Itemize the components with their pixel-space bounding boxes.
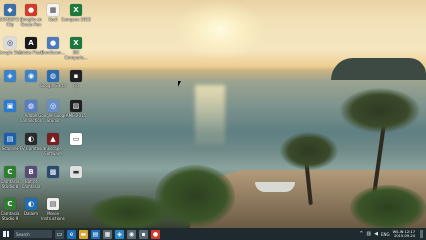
- taskbar-app-4-icon[interactable]: ▪: [139, 229, 148, 239]
- desktop-app-icon: ▪: [70, 70, 82, 82]
- clock[interactable]: WS-IN 12:17 2015-09-24: [393, 230, 415, 238]
- desktop-app-icon: ◉: [25, 70, 37, 82]
- taskbar-file-explorer-icon[interactable]: ▬: [79, 229, 88, 239]
- wallpaper-sun: [175, 0, 265, 60]
- desktop-icon-label: Bat of Camtasia: [21, 179, 41, 189]
- system-tray: ^ ▥ ◀ ENG WS-IN 12:17 2015-09-24: [359, 230, 426, 238]
- desktop-icon-label: AME 2015: [65, 113, 87, 118]
- desktop-app-icon: B: [25, 166, 37, 178]
- clock-date: 2015-09-24: [394, 234, 415, 238]
- taskbar-task-view-icon[interactable]: ▭: [55, 229, 64, 239]
- volume-icon[interactable]: ◀: [374, 231, 378, 237]
- desktop-app-icon: ●: [25, 4, 37, 16]
- taskbar-app-5-icon[interactable]: ●: [151, 229, 160, 239]
- desktop-app-icon: ▬: [70, 166, 82, 178]
- desktop-icon-label: Pip: [73, 83, 79, 88]
- desktop-app-icon: C: [4, 198, 16, 210]
- show-desktop-button[interactable]: [420, 230, 423, 238]
- desktop-app-icon: ▣: [4, 100, 16, 112]
- network-icon[interactable]: ▥: [366, 231, 371, 237]
- windows-logo-icon: [3, 231, 9, 237]
- desktop-icon-label: Movie Instructions: [41, 211, 65, 221]
- desktop-app-icon: ◎: [47, 100, 59, 112]
- desktop-icon[interactable]: ▬: [62, 166, 90, 179]
- desktop-app-icon: ▨: [70, 100, 82, 112]
- taskbar-edge-icon[interactable]: e: [67, 229, 76, 239]
- taskbar-search-box[interactable]: Search: [14, 230, 52, 238]
- desktop-icon[interactable]: ▤ Movie Instructions: [39, 198, 67, 221]
- desktop-app-icon: ◍: [25, 100, 37, 112]
- wallpaper-sun-reflection: [195, 85, 225, 145]
- desktop-app-icon: ◐: [25, 133, 37, 145]
- desktop-app-icon: ▭: [70, 133, 82, 145]
- desktop-app-icon: X: [70, 4, 82, 16]
- desktop-app-icon: ▲: [47, 133, 59, 145]
- taskbar-store-icon[interactable]: ▤: [91, 229, 100, 239]
- desktop-app-icon: X: [70, 37, 82, 49]
- wallpaper-headland: [331, 58, 426, 80]
- taskbar-app-3-icon[interactable]: ◉: [127, 229, 136, 239]
- desktop-app-icon: ◈: [4, 70, 16, 82]
- search-placeholder: Search: [16, 231, 30, 237]
- desktop-app-icon: ▦: [47, 4, 59, 16]
- desktop-app-icon: A: [25, 37, 37, 49]
- desktop-icon[interactable]: ▨ AME 2015: [62, 100, 90, 118]
- palm-leaves: [340, 88, 420, 133]
- desktop-app-icon: ▤: [4, 133, 16, 145]
- desktop-app-icon: ●: [47, 37, 59, 49]
- desktop-app-icon: ▤: [47, 198, 59, 210]
- desktop-icon[interactable]: ▪ Pip: [62, 70, 90, 88]
- desktop-icon[interactable]: X Bill Comparis...: [62, 37, 90, 60]
- shrub: [350, 185, 426, 228]
- desktop-app-icon: ◍: [47, 70, 59, 82]
- wallpaper-boat: [255, 182, 295, 192]
- taskbar-app-1-icon[interactable]: ▦: [103, 229, 112, 239]
- desktop-icon-label: Inkscape Software: [44, 146, 62, 156]
- mouse-cursor-icon: [178, 81, 184, 87]
- desktop-app-icon: ◐: [25, 198, 37, 210]
- taskbar: Search ▭ e ▬ ▤ ▦ ◈ ◉ ▪ ● ^ ▥ ◀ ENG WS-IN 12:17 2…: [0, 228, 426, 240]
- desktop-icon[interactable]: X Compare 2015: [61, 4, 91, 22]
- language-indicator[interactable]: ENG: [381, 232, 390, 237]
- palm-leaves: [280, 132, 338, 170]
- shrub: [90, 195, 170, 228]
- desktop-icon-label: Compare 2015: [61, 17, 91, 22]
- desktop-icon[interactable]: ▭: [62, 133, 90, 146]
- taskbar-app-2-icon[interactable]: ◈: [115, 229, 124, 239]
- taskbar-pinned-apps: ▭ e ▬ ▤ ▦ ◈ ◉ ▪ ●: [52, 229, 160, 239]
- desktop-app-icon: ▩: [47, 166, 59, 178]
- desktop-app-icon: ◆: [4, 4, 16, 16]
- start-button[interactable]: [0, 228, 12, 240]
- desktop-icon-label: Bill Comparis...: [64, 50, 88, 60]
- up-arrow-icon[interactable]: ^: [359, 231, 363, 237]
- desktop-app-icon: ◎: [4, 37, 16, 49]
- desktop-app-icon: C: [4, 166, 16, 178]
